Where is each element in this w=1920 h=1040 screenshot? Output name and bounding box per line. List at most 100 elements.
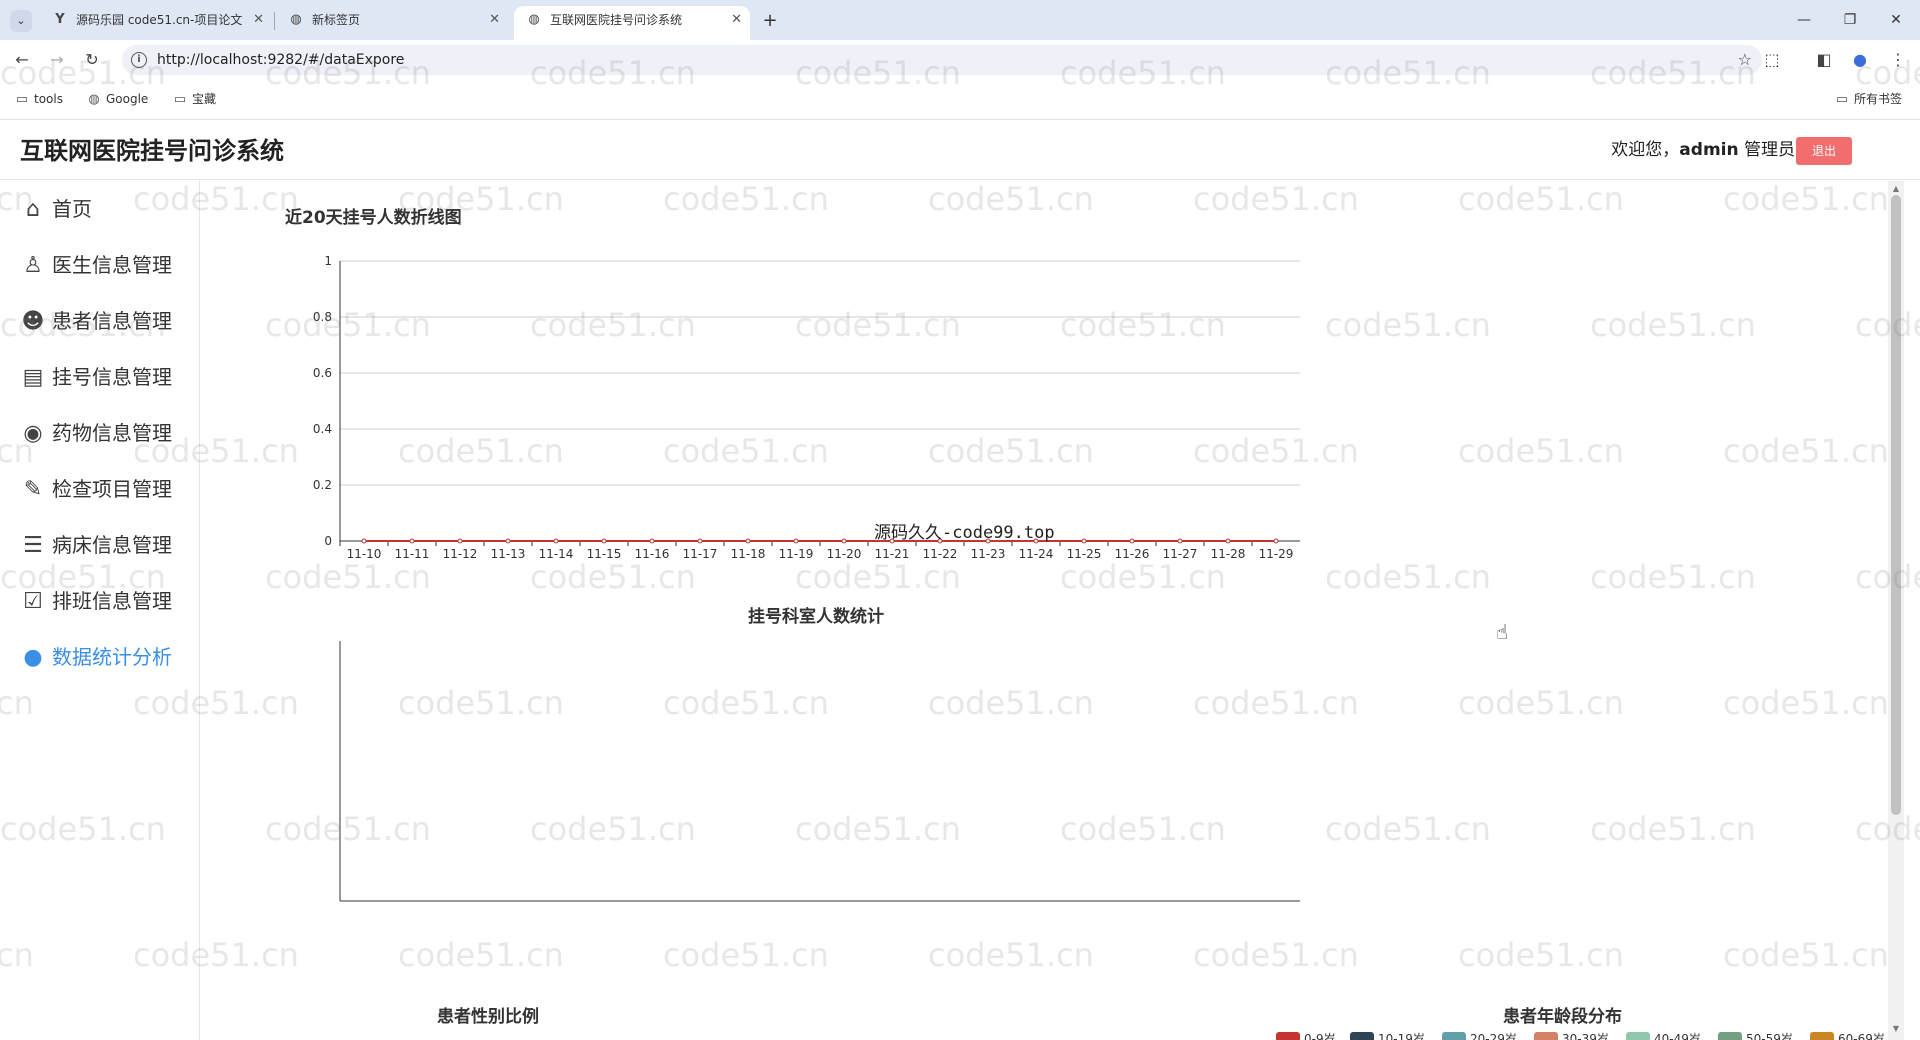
forward-icon[interactable]: → <box>45 48 69 72</box>
extensions-icon[interactable]: ⬚ <box>1760 48 1784 72</box>
hand-cursor-icon: ☝ <box>1496 620 1509 644</box>
address-bar[interactable]: i http://localhost:9282/#/dataExpore ☆ <box>122 45 1762 75</box>
data-point <box>1081 538 1087 544</box>
legend-label: 50-59岁 <box>1746 1031 1793 1040</box>
sidebar-item-label: 药物信息管理 <box>52 421 172 445</box>
x-tick-label: 11-26 <box>1115 547 1150 561</box>
x-tick-label: 11-23 <box>971 547 1006 561</box>
bookmark-star-icon[interactable]: ☆ <box>1738 45 1752 75</box>
browser-menu-icon[interactable]: ⋮ <box>1886 48 1910 72</box>
url-text: http://localhost:9282/#/dataExpore <box>157 52 405 68</box>
y-tick-label: 0 <box>324 534 332 548</box>
x-tick-label: 11-13 <box>491 547 526 561</box>
bookmark-treasure[interactable]: ▭ 宝藏 <box>172 78 216 121</box>
scrollbar-thumb[interactable] <box>1891 195 1901 815</box>
folder-icon: ▭ <box>1835 92 1849 107</box>
legend-label: 0-9岁 <box>1304 1031 1336 1040</box>
back-icon[interactable]: ← <box>10 48 34 72</box>
legend-swatch <box>1626 1032 1650 1040</box>
scroll-down-icon[interactable]: ▼ <box>1891 1024 1901 1034</box>
close-icon[interactable]: ✕ <box>253 6 264 34</box>
bar-chart <box>339 641 1300 902</box>
sidebar-item-medicine[interactable]: ◉ 药物信息管理 <box>0 405 199 461</box>
data-point <box>1273 538 1279 544</box>
sidebar-item-label: 医生信息管理 <box>52 253 172 277</box>
x-tick-label: 11-17 <box>683 547 718 561</box>
bookmark-google[interactable]: ◍ Google <box>86 78 148 121</box>
overlay-watermark-text: 源码久久-code99.top <box>874 523 1055 543</box>
browser-tab-1[interactable]: Y 源码乐园 code51.cn-项目论文 ✕ <box>40 6 272 40</box>
x-tick-label: 11-22 <box>923 547 958 561</box>
logout-button[interactable]: 退出 <box>1796 137 1852 165</box>
x-tick-label: 11-18 <box>731 547 766 561</box>
browser-tab-3-active[interactable]: ◍ 互联网医院挂号问诊系统 ✕ <box>514 6 750 40</box>
new-tab-button[interactable]: + <box>757 8 783 34</box>
age-chart-legend: 0-9岁 10-19岁 20-29岁 30-39岁 40-49岁 50-59岁 60-69岁 <box>1276 1031 1885 1040</box>
app-title: 互联网医院挂号问诊系统 <box>20 137 284 165</box>
x-tick-label: 11-28 <box>1211 547 1246 561</box>
restore-icon[interactable]: ❐ <box>1838 8 1862 32</box>
globe-icon: ◍ <box>528 12 540 27</box>
tab-search-icon[interactable]: ⌄ <box>10 10 32 32</box>
y-tick-label: 0.8 <box>313 310 332 324</box>
tab-divider <box>274 12 275 30</box>
sidebar-item-bed[interactable]: ☰ 病床信息管理 <box>0 517 199 573</box>
side-panel-icon[interactable]: ◧ <box>1812 48 1836 72</box>
x-tick-label: 11-19 <box>779 547 814 561</box>
legend-swatch <box>1718 1032 1742 1040</box>
data-point <box>505 538 511 544</box>
sidebar-item-label: 数据统计分析 <box>52 645 172 669</box>
sidebar-item-label: 病床信息管理 <box>52 533 172 557</box>
sidebar-item-registration[interactable]: ▤ 挂号信息管理 <box>0 349 199 405</box>
close-icon[interactable]: ✕ <box>489 6 500 34</box>
sidebar-item-home[interactable]: ⌂ 首页 <box>0 181 199 237</box>
all-bookmarks[interactable]: ▭ 所有书签 <box>1834 78 1902 121</box>
clipboard-icon: ▤ <box>22 365 44 390</box>
browser-tab-2[interactable]: ◍ 新标签页 ✕ <box>276 6 508 40</box>
legend-label: 60-69岁 <box>1838 1031 1885 1040</box>
reload-icon[interactable]: ↻ <box>80 48 104 72</box>
y-tick-label: 0.2 <box>313 478 332 492</box>
data-point <box>841 538 847 544</box>
data-point <box>1129 538 1135 544</box>
sidebar-item-label: 挂号信息管理 <box>52 365 172 389</box>
data-point <box>601 538 607 544</box>
sidebar-item-label: 检查项目管理 <box>52 477 172 501</box>
data-point <box>457 538 463 544</box>
x-tick-label: 11-16 <box>635 547 670 561</box>
sidebar-item-statistics[interactable]: ● 数据统计分析 <box>0 629 199 685</box>
browser-toolbar: ← → ↻ i http://localhost:9282/#/dataExpo… <box>0 40 1920 78</box>
sidebar-item-label: 排班信息管理 <box>52 589 172 613</box>
welcome-text: 欢迎您，admin 管理员 <box>1611 140 1795 160</box>
legend-label: 40-49岁 <box>1654 1031 1701 1040</box>
scroll-up-icon[interactable]: ▲ <box>1891 184 1901 194</box>
tab-title: 新标签页 <box>312 13 361 27</box>
app-header: 互联网医院挂号问诊系统 欢迎您，admin 管理员 <box>0 120 1920 180</box>
data-point <box>697 538 703 544</box>
sidebar-item-examination[interactable]: ✎ 检查项目管理 <box>0 461 199 517</box>
x-tick-label: 11-25 <box>1067 547 1102 561</box>
profile-avatar-icon[interactable]: ● <box>1848 48 1872 72</box>
globe-icon: ◍ <box>88 92 100 107</box>
y-tick-label: 1 <box>324 254 332 268</box>
bookmark-tools[interactable]: ▭ tools <box>14 78 63 121</box>
legend-swatch <box>1442 1032 1466 1040</box>
x-tick-label: 11-24 <box>1019 547 1054 561</box>
age-chart-title: 患者年龄段分布 <box>1503 1007 1622 1027</box>
site-info-icon[interactable]: i <box>131 52 147 68</box>
x-tick-label: 11-21 <box>875 547 910 561</box>
window-close-icon[interactable]: ✕ <box>1884 8 1908 32</box>
sidebar-item-schedule[interactable]: ☑ 排班信息管理 <box>0 573 199 629</box>
y-tick-label: 0.4 <box>313 422 332 436</box>
y-tick-label: 0.6 <box>313 366 332 380</box>
x-tick-label: 11-20 <box>827 547 862 561</box>
data-point <box>409 538 415 544</box>
sidebar: ⌂ 首页 ♙ 医生信息管理 ☻ 患者信息管理 ▤ 挂号信息管理 ◉ 药物信息管理… <box>0 181 200 1040</box>
sidebar-item-doctor[interactable]: ♙ 医生信息管理 <box>0 237 199 293</box>
close-icon[interactable]: ✕ <box>731 6 742 34</box>
x-tick-label: 11-15 <box>587 547 622 561</box>
sidebar-item-patient[interactable]: ☻ 患者信息管理 <box>0 293 199 349</box>
minimize-icon[interactable]: — <box>1792 8 1816 32</box>
folder-icon: ▭ <box>173 92 187 107</box>
legend-label: 10-19岁 <box>1378 1031 1425 1040</box>
